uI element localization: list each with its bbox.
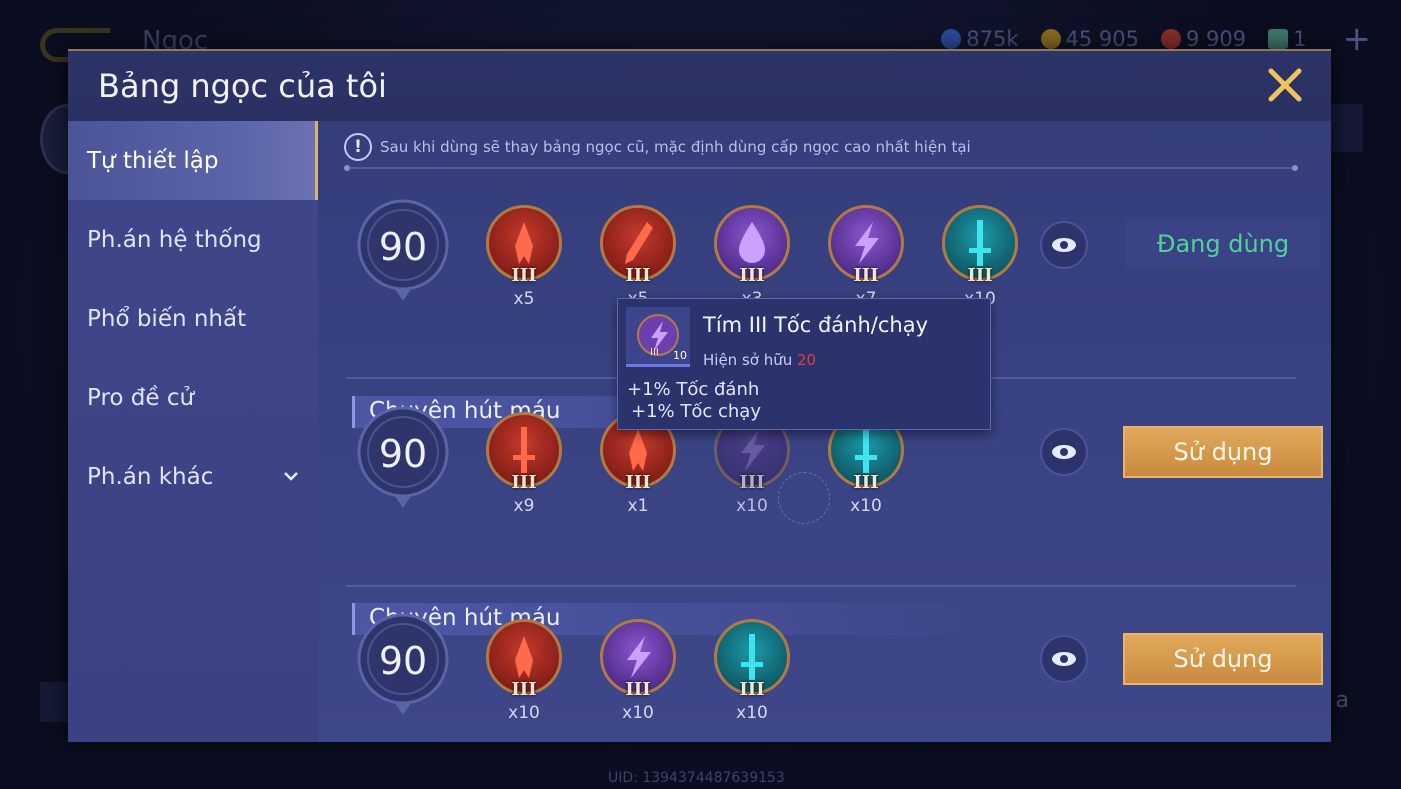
level-emblem: 90 xyxy=(354,611,452,715)
currency-gold: 45 905 xyxy=(1040,27,1139,51)
eye-icon xyxy=(1052,445,1076,459)
tooltip-stat: +1% Tốc đánh xyxy=(627,379,760,400)
rune-count: x10 xyxy=(622,703,654,723)
rune-tier: III xyxy=(739,265,765,286)
modal-title: Bảng ngọc của tôi xyxy=(98,67,387,105)
loading-indicator xyxy=(778,472,830,524)
divider xyxy=(346,585,1296,587)
rune-gem[interactable]: III x10 xyxy=(484,619,564,731)
level-emblem: 90 xyxy=(354,404,452,508)
modal-header: Bảng ngọc của tôi xyxy=(68,51,1331,121)
info-icon: ! xyxy=(344,133,372,161)
rune-tier: III xyxy=(967,265,993,286)
rune-count: x1 xyxy=(627,496,649,516)
notice: ! Sau khi dùng sẽ thay bảng ngọc cũ, mặc… xyxy=(344,133,971,161)
preview-eye-button[interactable] xyxy=(1040,428,1088,476)
rune-count: x10 xyxy=(850,496,882,516)
red-gem-icon xyxy=(1161,29,1181,49)
notice-text: Sau khi dùng sẽ thay bảng ngọc cũ, mặc đ… xyxy=(380,138,971,156)
background-right-text: a xyxy=(1335,688,1349,713)
eye-icon xyxy=(1052,652,1076,666)
rune-tier: III xyxy=(625,472,651,493)
sidebar-item-label: Ph.án khác xyxy=(87,463,214,490)
eye-icon xyxy=(1052,238,1076,252)
currency-value: 45 905 xyxy=(1065,27,1139,51)
preview-eye-button[interactable] xyxy=(1040,221,1088,269)
rune-tier: III xyxy=(511,265,537,286)
level-number: 90 xyxy=(378,225,428,269)
currency-value: 1 xyxy=(1293,27,1307,51)
divider xyxy=(344,165,1298,171)
rune-gem[interactable]: III x10 xyxy=(712,619,792,731)
chevron-down-icon xyxy=(284,472,298,481)
background-panel xyxy=(40,682,70,722)
rune-tier: III xyxy=(853,472,879,493)
rune-gem[interactable]: III x9 xyxy=(484,412,564,524)
use-button[interactable]: Sử dụng xyxy=(1123,426,1323,478)
rune-tier: III xyxy=(625,265,651,286)
level-number: 90 xyxy=(378,432,428,476)
tooltip-rune-tier: III xyxy=(650,347,659,358)
close-icon[interactable] xyxy=(1265,65,1305,105)
rune-count: x9 xyxy=(513,496,535,516)
rune-page-row: 90 III x10 III x10 III x10 Sử dụng xyxy=(352,611,1323,723)
tooltip-owned-value: 20 xyxy=(797,351,817,369)
sidebar-item-label: Phổ biến nhất xyxy=(87,305,247,332)
rune-count: x5 xyxy=(513,289,535,309)
sidebar: Tự thiết lập Ph.án hệ thống Phổ biến nhấ… xyxy=(68,121,318,742)
level-number: 90 xyxy=(378,639,428,683)
tooltip-title: Tím III Tốc đánh/chạy xyxy=(703,313,928,337)
currency-gem: 875k xyxy=(941,27,1019,51)
sidebar-item-label: Tự thiết lập xyxy=(87,147,219,174)
sidebar-item-system[interactable]: Ph.án hệ thống xyxy=(68,200,318,279)
gem-currency-icon xyxy=(941,29,962,49)
use-button[interactable]: Sử dụng xyxy=(1123,633,1323,685)
rune-count: x10 xyxy=(736,703,768,723)
divider-dot xyxy=(1292,165,1298,171)
sidebar-item-label: Ph.án hệ thống xyxy=(87,226,262,253)
currency-red-gem: 9 909 xyxy=(1161,27,1246,51)
sidebar-item-pro[interactable]: Pro đề cử xyxy=(68,358,318,437)
currency-card: 1 xyxy=(1268,27,1307,51)
rune-page-row: 90 III x5 III x5 III x3 xyxy=(352,197,1321,309)
rune-tier: III xyxy=(511,679,537,700)
card-icon xyxy=(1268,29,1289,49)
sidebar-item-other[interactable]: Ph.án khác xyxy=(68,437,318,516)
divider-dot xyxy=(344,165,350,171)
rune-gem[interactable]: III x5 xyxy=(484,205,564,317)
uid-label: UID: 1394374487639153 xyxy=(608,770,785,786)
rune-tier: III xyxy=(853,265,879,286)
sidebar-item-popular[interactable]: Phổ biến nhất xyxy=(68,279,318,358)
rune-count: x10 xyxy=(508,703,540,723)
rune-pages-list[interactable]: ! Sau khi dùng sẽ thay bảng ngọc cũ, mặc… xyxy=(318,121,1331,742)
tooltip-owned: Hiện sở hữu 20 xyxy=(703,351,816,369)
sidebar-item-custom[interactable]: Tự thiết lập xyxy=(68,121,318,200)
rune-tooltip: III 10 Tím III Tốc đánh/chạy Hiện sở hữu… xyxy=(617,298,991,430)
tooltip-owned-label: Hiện sở hữu xyxy=(703,351,793,369)
rune-tier: III xyxy=(511,472,537,493)
tooltip-rune-count: 10 xyxy=(673,349,687,362)
tooltip-stat: +1% Tốc chạy xyxy=(631,401,761,422)
sidebar-item-label: Pro đề cử xyxy=(87,384,195,411)
preview-eye-button[interactable] xyxy=(1040,635,1088,683)
gold-coin-icon xyxy=(1040,29,1061,49)
in-use-status: Đang dùng xyxy=(1125,219,1321,269)
level-emblem: 90 xyxy=(354,197,452,301)
add-currency-icon[interactable]: + xyxy=(1343,22,1372,56)
tooltip-rune-icon: III 10 xyxy=(626,307,690,367)
rune-tier: III xyxy=(625,679,651,700)
currency-value: 875k xyxy=(966,27,1019,51)
rune-tier: III xyxy=(739,679,765,700)
currency-value: 9 909 xyxy=(1186,27,1247,51)
rune-gem[interactable]: III x10 xyxy=(598,619,678,731)
